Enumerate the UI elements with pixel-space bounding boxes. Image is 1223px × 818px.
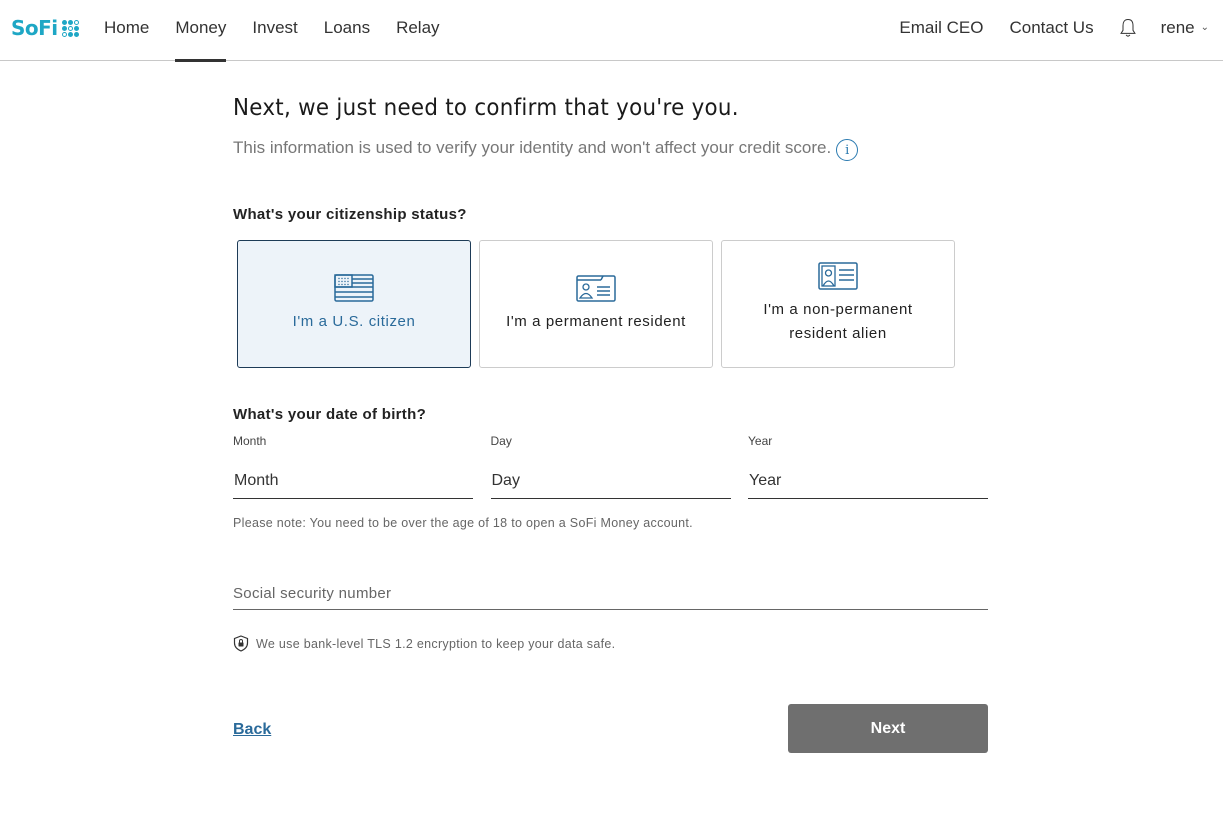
- chevron-down-icon: ⌄: [1200, 22, 1209, 33]
- utility-nav: Email CEO Contact Us rene ⌄: [873, 0, 1209, 61]
- sofi-logo[interactable]: SoFi: [11, 16, 79, 40]
- nav-relay[interactable]: Relay: [396, 0, 439, 61]
- page-title: Next, we just need to confirm that you'r…: [233, 95, 739, 121]
- email-ceo-link[interactable]: Email CEO: [899, 18, 983, 44]
- dob-question: What's your date of birth?: [233, 406, 427, 423]
- month-input[interactable]: [233, 464, 473, 499]
- day-input[interactable]: [490, 464, 731, 499]
- back-link[interactable]: Back: [233, 721, 271, 739]
- logo-dots-icon: [61, 19, 79, 37]
- us-flag-icon: [334, 274, 374, 302]
- next-button[interactable]: Next: [788, 704, 988, 753]
- contact-us-link[interactable]: Contact Us: [1009, 18, 1093, 44]
- identity-form: Next, we just need to confirm that you'r…: [233, 95, 988, 753]
- security-note-text: We use bank-level TLS 1.2 encryption to …: [256, 636, 616, 651]
- year-field: Year: [748, 434, 988, 499]
- citizenship-options: I'm a U.S. citizen I'm a permanent resid…: [237, 240, 963, 368]
- option-label: I'm a U.S. citizen: [292, 313, 416, 330]
- month-label: Month: [233, 434, 267, 448]
- age-requirement-note: Please note: You need to be over the age…: [233, 516, 693, 530]
- option-label: I'm a permanent resident: [506, 313, 686, 330]
- subtitle-text: This information is used to verify your …: [233, 138, 832, 157]
- bell-icon[interactable]: [1117, 18, 1139, 44]
- day-field: Day: [490, 434, 731, 499]
- user-name: rene: [1160, 17, 1195, 37]
- month-field: Month: [233, 434, 473, 499]
- top-navigation-bar: SoFi Home Money Invest Loans Relay Email…: [0, 0, 1223, 62]
- ssn-input[interactable]: [233, 577, 988, 610]
- nav-invest[interactable]: Invest: [252, 0, 297, 61]
- option-label: I'm a non-permanent resident alien: [763, 301, 913, 342]
- date-of-birth-fields: Month Day Year: [233, 434, 988, 499]
- nav-money[interactable]: Money: [175, 0, 227, 62]
- shield-lock-icon: [233, 635, 249, 652]
- option-permanent-resident[interactable]: I'm a permanent resident: [479, 240, 713, 368]
- page-subtitle: This information is used to verify your …: [233, 135, 988, 161]
- green-card-icon: [576, 275, 616, 302]
- option-non-permanent-resident[interactable]: I'm a non-permanent resident alien: [721, 240, 955, 368]
- year-input[interactable]: [748, 464, 988, 499]
- user-menu[interactable]: rene ⌄: [1161, 18, 1209, 44]
- main-nav: Home Money Invest Loans Relay: [104, 0, 466, 62]
- nav-loans[interactable]: Loans: [324, 0, 370, 61]
- id-card-icon: [818, 262, 858, 290]
- day-label: Day: [490, 434, 512, 448]
- year-label: Year: [748, 434, 773, 448]
- option-us-citizen[interactable]: I'm a U.S. citizen: [237, 240, 471, 368]
- nav-home[interactable]: Home: [104, 0, 149, 61]
- info-icon[interactable]: i: [836, 139, 859, 161]
- security-note: We use bank-level TLS 1.2 encryption to …: [233, 635, 615, 652]
- citizenship-question: What's your citizenship status?: [233, 206, 467, 223]
- logo-text: SoFi: [11, 16, 58, 40]
